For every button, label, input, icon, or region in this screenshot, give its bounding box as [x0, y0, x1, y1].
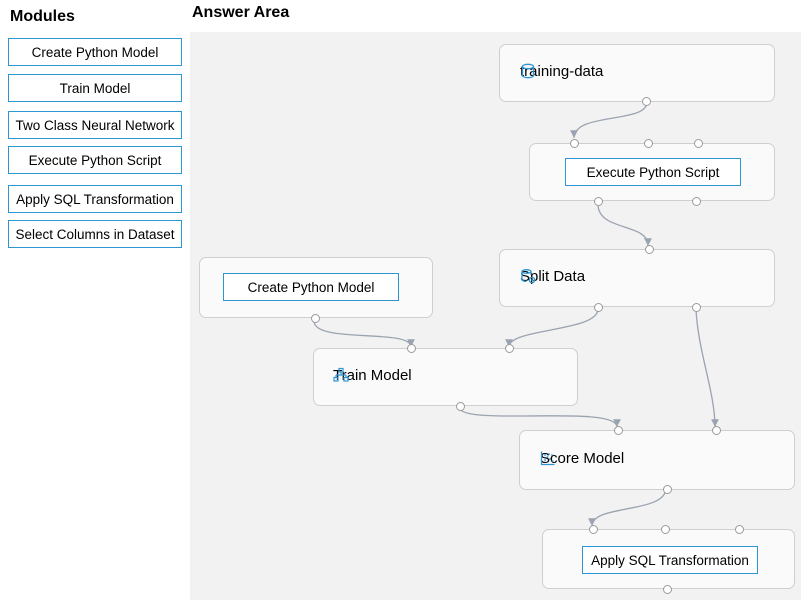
- output-port[interactable]: [594, 303, 603, 312]
- connector-split-to-train: [505, 308, 599, 348]
- output-port[interactable]: [692, 197, 701, 206]
- connector-training-to-execute: [570, 101, 648, 139]
- output-port[interactable]: [594, 197, 603, 206]
- module-two-class-neural-network[interactable]: Two Class Neural Network: [8, 111, 182, 139]
- answer-area-canvas: training-data Execute Python Script Spli…: [190, 32, 801, 600]
- output-port[interactable]: [456, 402, 465, 411]
- connector-createpython-to-train: [313, 320, 415, 348]
- module-create-python-model[interactable]: Create Python Model: [8, 38, 182, 66]
- node-train-model[interactable]: Train Model: [313, 344, 578, 411]
- input-port[interactable]: [614, 426, 623, 435]
- node-apply-sql-transformation[interactable]: Apply SQL Transformation: [542, 525, 795, 594]
- scatter-plot-icon: [540, 451, 555, 466]
- connector-execute-to-split: [597, 203, 652, 247]
- module-execute-python-script[interactable]: Execute Python Script: [8, 146, 182, 174]
- database-icon: [521, 63, 535, 79]
- input-port[interactable]: [589, 525, 598, 534]
- connector-train-to-score: [458, 406, 621, 428]
- input-port[interactable]: [505, 344, 514, 353]
- output-port[interactable]: [642, 97, 651, 106]
- input-port[interactable]: [694, 139, 703, 148]
- modules-heading: Modules: [10, 8, 75, 25]
- module-select-columns-in-dataset[interactable]: Select Columns in Dataset: [8, 220, 182, 248]
- input-port[interactable]: [644, 139, 653, 148]
- node-score-model[interactable]: Score Model: [519, 426, 795, 494]
- train-model-icon: [333, 367, 349, 382]
- input-port[interactable]: [735, 525, 744, 534]
- input-port[interactable]: [712, 426, 721, 435]
- connector-score-to-applysql: [588, 487, 667, 527]
- input-port[interactable]: [407, 344, 416, 353]
- node-create-python-model[interactable]: Create Python Model: [199, 257, 433, 323]
- input-port[interactable]: [570, 139, 579, 148]
- slot-create-python-model[interactable]: Create Python Model: [223, 273, 399, 301]
- split-data-icon: [521, 269, 536, 284]
- module-apply-sql-transformation[interactable]: Apply SQL Transformation: [8, 185, 182, 213]
- node-split-data[interactable]: Split Data: [499, 245, 775, 312]
- node-execute-python-script[interactable]: Execute Python Script: [529, 139, 775, 206]
- input-port[interactable]: [661, 525, 670, 534]
- output-port[interactable]: [663, 585, 672, 594]
- output-port[interactable]: [311, 314, 320, 323]
- node-training-data[interactable]: training-data: [499, 44, 775, 106]
- module-train-model[interactable]: Train Model: [8, 74, 182, 102]
- connector-split-to-score: [695, 308, 719, 428]
- output-port[interactable]: [692, 303, 701, 312]
- slot-execute-python-script[interactable]: Execute Python Script: [565, 158, 741, 186]
- output-port[interactable]: [663, 485, 672, 494]
- slot-apply-sql-transformation[interactable]: Apply SQL Transformation: [582, 546, 758, 574]
- input-port[interactable]: [645, 245, 654, 254]
- answer-area-heading: Answer Area: [192, 4, 290, 21]
